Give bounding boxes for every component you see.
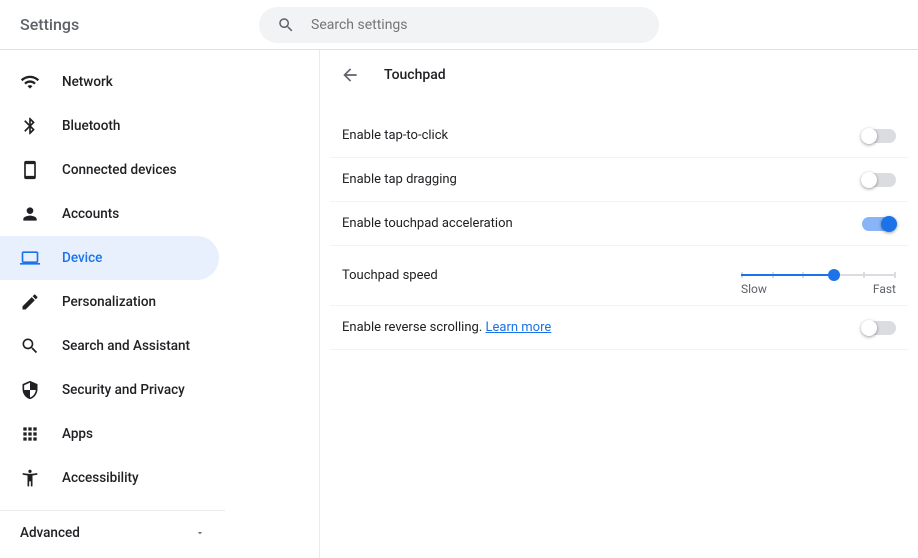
setting-label: Touchpad speed <box>342 268 438 283</box>
sidebar-item-connected-devices[interactable]: Connected devices <box>0 148 219 192</box>
toggle-reverse-scrolling[interactable] <box>862 321 896 335</box>
sidebar-item-bluetooth[interactable]: Bluetooth <box>0 104 219 148</box>
setting-touchpad-speed: Touchpad speed Slow Fast <box>330 246 908 306</box>
slider-fast-label: Fast <box>873 282 896 296</box>
sidebar-item-label: Connected devices <box>62 162 177 178</box>
page-header: Touchpad <box>320 50 918 100</box>
edit-icon <box>20 292 40 312</box>
sidebar-advanced[interactable]: Advanced <box>0 510 225 554</box>
search-input[interactable] <box>311 17 641 33</box>
sidebar-item-label: Apps <box>62 426 93 442</box>
search-container <box>259 7 659 43</box>
sidebar-item-network[interactable]: Network <box>0 60 219 104</box>
page-title: Touchpad <box>384 67 446 83</box>
sidebar-item-label: Device <box>62 250 102 266</box>
setting-label: Enable reverse scrolling. Learn more <box>342 320 551 335</box>
sidebar-item-device[interactable]: Device <box>0 236 219 280</box>
bluetooth-icon <box>20 116 40 136</box>
wifi-icon <box>20 72 40 92</box>
setting-label: Enable tap-to-click <box>342 128 448 143</box>
content-area: Network Bluetooth Connected devices Acco… <box>0 50 918 558</box>
slider-thumb[interactable] <box>828 269 840 281</box>
setting-label: Enable touchpad acceleration <box>342 216 513 231</box>
sidebar-item-label: Security and Privacy <box>62 382 185 398</box>
search-icon <box>277 16 295 34</box>
slider-track <box>741 274 896 276</box>
toggle-touchpad-acceleration[interactable] <box>862 217 896 231</box>
sidebar: Network Bluetooth Connected devices Acco… <box>0 50 320 558</box>
toggle-tap-dragging[interactable] <box>862 173 896 187</box>
main-content: Touchpad Enable tap-to-click Enable tap … <box>320 50 918 558</box>
sidebar-item-accounts[interactable]: Accounts <box>0 192 219 236</box>
sidebar-item-label: Bluetooth <box>62 118 120 134</box>
sidebar-item-label: Accessibility <box>62 470 139 486</box>
sidebar-item-accessibility[interactable]: Accessibility <box>0 456 219 500</box>
speed-slider[interactable]: Slow Fast <box>741 256 896 296</box>
sidebar-item-label: Accounts <box>62 206 119 222</box>
app-header: Settings <box>0 0 918 50</box>
learn-more-link[interactable]: Learn more <box>485 320 551 335</box>
sidebar-item-personalization[interactable]: Personalization <box>0 280 219 324</box>
shield-icon <box>20 380 40 400</box>
sidebar-item-apps[interactable]: Apps <box>0 412 219 456</box>
device-icon <box>20 160 40 180</box>
back-arrow-icon[interactable] <box>340 65 360 85</box>
chevron-down-icon <box>195 528 205 538</box>
slider-fill <box>741 274 834 276</box>
setting-tap-dragging: Enable tap dragging <box>330 158 908 202</box>
slider-slow-label: Slow <box>741 282 767 296</box>
search-icon <box>20 336 40 356</box>
toggle-tap-to-click[interactable] <box>862 129 896 143</box>
person-icon <box>20 204 40 224</box>
sidebar-item-label: Network <box>62 74 113 90</box>
setting-touchpad-acceleration: Enable touchpad acceleration <box>330 202 908 246</box>
settings-list: Enable tap-to-click Enable tap dragging … <box>320 114 918 350</box>
laptop-icon <box>20 248 40 268</box>
search-box[interactable] <box>259 7 659 43</box>
accessibility-icon <box>20 468 40 488</box>
setting-label: Enable tap dragging <box>342 172 457 187</box>
sidebar-item-label: Search and Assistant <box>62 338 190 354</box>
setting-reverse-scrolling: Enable reverse scrolling. Learn more <box>330 306 908 350</box>
sidebar-item-security-privacy[interactable]: Security and Privacy <box>0 368 219 412</box>
sidebar-item-search-assistant[interactable]: Search and Assistant <box>0 324 219 368</box>
apps-icon <box>20 424 40 444</box>
sidebar-item-label: Personalization <box>62 294 156 310</box>
setting-tap-to-click: Enable tap-to-click <box>330 114 908 158</box>
advanced-label: Advanced <box>20 525 80 541</box>
app-title: Settings <box>20 15 79 34</box>
slider-labels: Slow Fast <box>741 282 896 296</box>
